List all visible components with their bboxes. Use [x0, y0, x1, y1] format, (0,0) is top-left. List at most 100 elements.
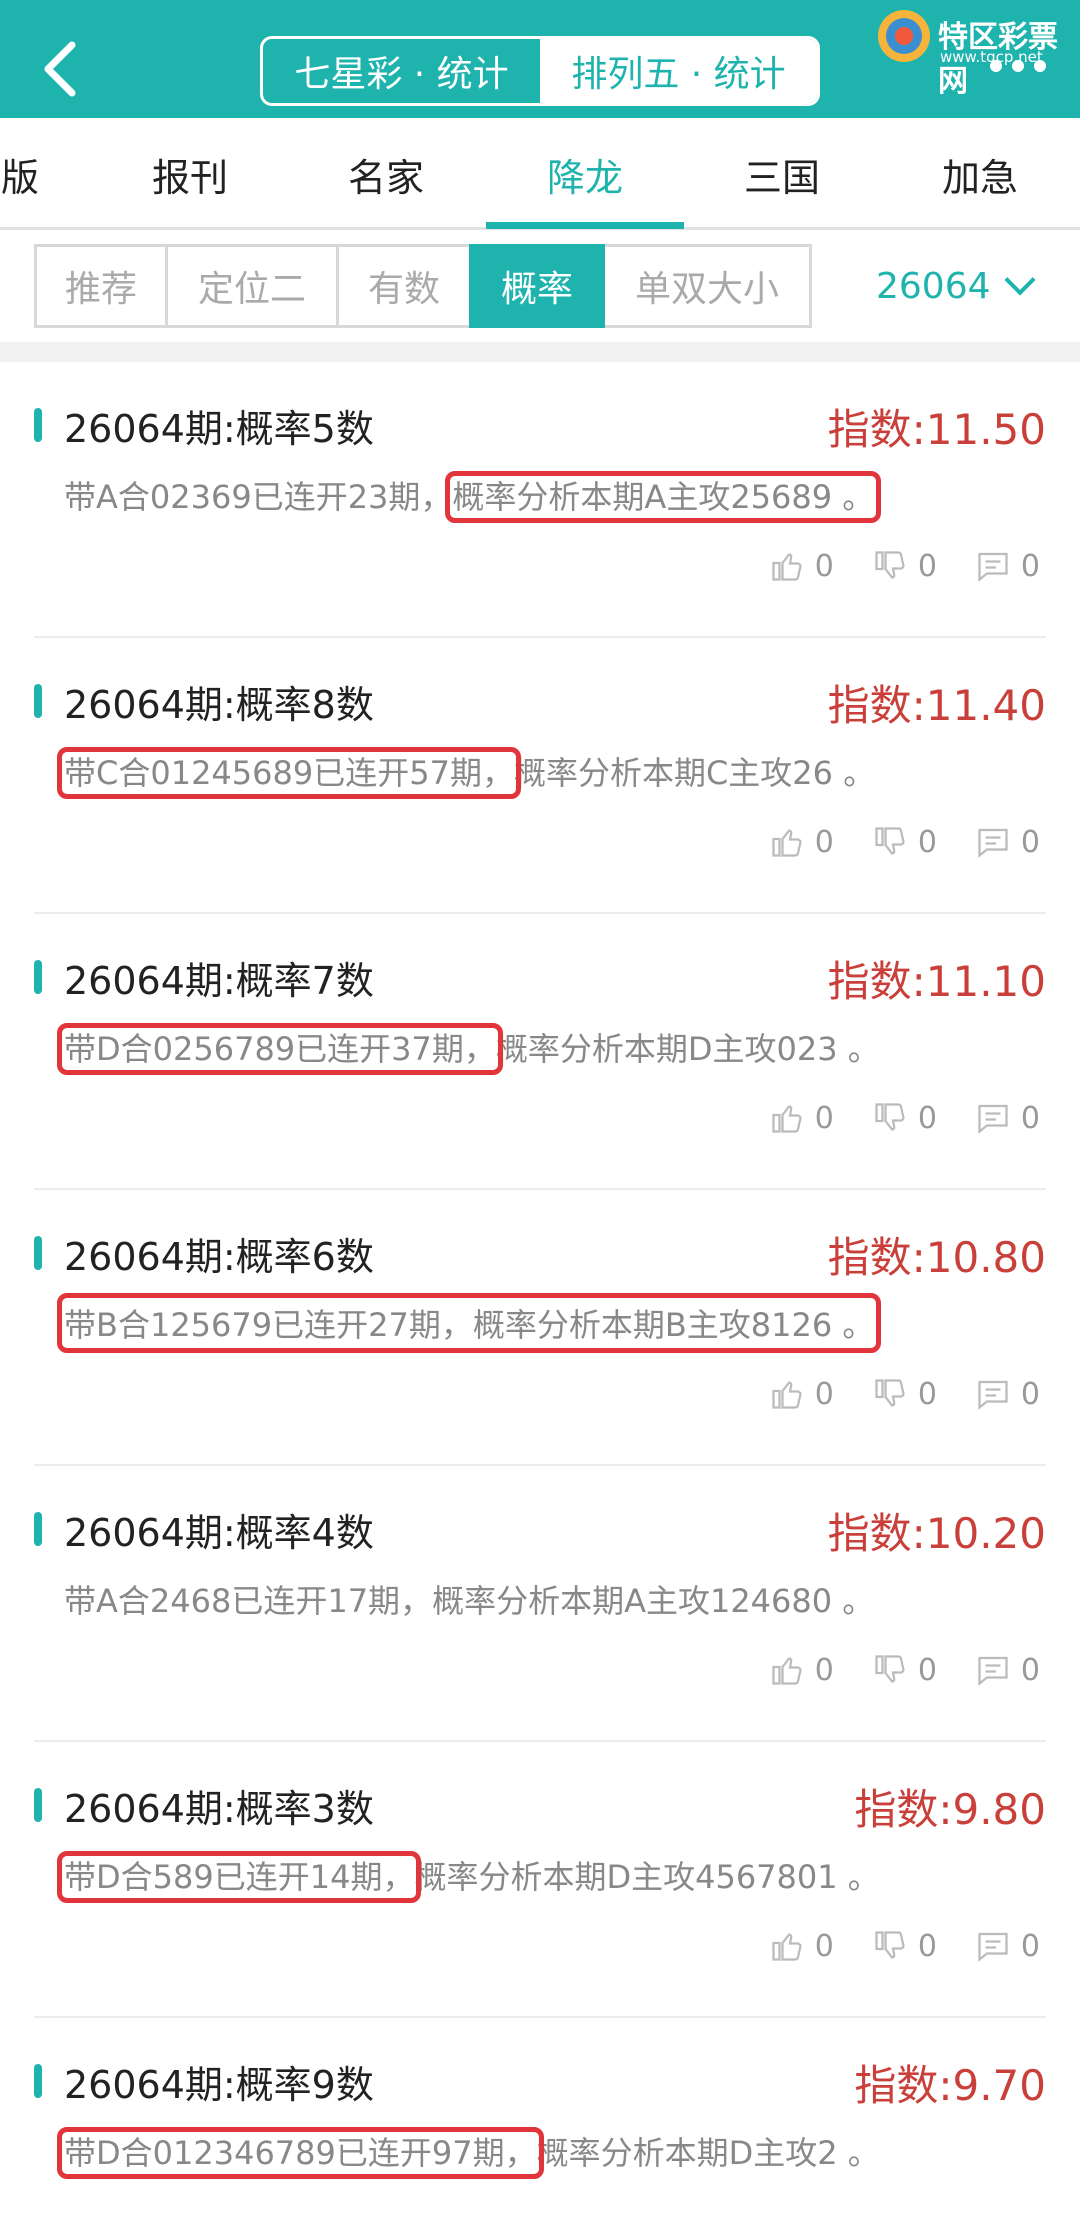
- item-desc: 带A合02369已连开23期，概率分析本期A主攻25689 。: [64, 471, 882, 523]
- thumbs-down-icon: [875, 1379, 905, 1407]
- dislike-button[interactable]: 0: [872, 1652, 937, 1688]
- category-tabs: 版 报刊 名家 降龙 三国 加急: [0, 118, 1080, 230]
- subtab-dingwei[interactable]: 定位二: [165, 244, 339, 328]
- subtab-gailv[interactable]: 概率: [469, 244, 605, 328]
- dislike-button[interactable]: 0: [872, 1376, 937, 1412]
- dislike-button[interactable]: 0: [872, 1100, 937, 1136]
- item-marker: [34, 1236, 42, 1270]
- tab-ban[interactable]: 版: [0, 118, 50, 230]
- dislike-count: 0: [917, 824, 937, 860]
- comment-count: 0: [1020, 1100, 1040, 1136]
- dislike-button[interactable]: 0: [872, 1928, 937, 1964]
- comment-icon: [978, 1932, 1008, 1962]
- tab-jiaji[interactable]: 加急: [900, 118, 1060, 230]
- like-button[interactable]: 0: [769, 1928, 834, 1964]
- desc-part-a: 带D合589已连开14期，: [56, 1851, 422, 1903]
- like-button[interactable]: 0: [769, 1652, 834, 1688]
- like-count: 0: [814, 1100, 834, 1136]
- item-marker: [34, 960, 42, 994]
- back-button[interactable]: [30, 36, 90, 102]
- list-item[interactable]: 26064期:概率6数 指数:10.80 带B合125679已连开27期，概率分…: [34, 1190, 1046, 1466]
- item-actions: 0 0 0: [769, 824, 1040, 860]
- comment-button[interactable]: 0: [975, 1928, 1040, 1964]
- like-button[interactable]: 0: [769, 548, 834, 584]
- comment-button[interactable]: 0: [975, 1100, 1040, 1136]
- like-count: 0: [814, 1928, 834, 1964]
- more-menu-icon[interactable]: [990, 60, 1046, 72]
- issue-selector[interactable]: 26064: [876, 244, 1036, 328]
- desc-part-a: 带D合0256789已连开37期，: [57, 1023, 503, 1075]
- item-desc: 带B合125679已连开27期，概率分析本期B主攻8126 。: [56, 1293, 882, 1353]
- dislike-count: 0: [917, 548, 937, 584]
- like-count: 0: [814, 548, 834, 584]
- comment-icon: [978, 1656, 1008, 1686]
- dislike-button[interactable]: 0: [872, 548, 937, 584]
- item-desc: 带A合2468已连开17期，概率分析本期A主攻124680 。: [64, 1576, 874, 1622]
- thumbs-down-icon: [875, 1103, 905, 1131]
- item-desc: 带D合589已连开14期，概率分析本期D主攻4567801 。: [56, 1851, 880, 1903]
- active-tab-indicator: [486, 222, 684, 229]
- item-title: 26064期:概率6数: [64, 1235, 374, 1279]
- item-title: 26064期:概率7数: [64, 959, 374, 1003]
- list-item[interactable]: 26064期:概率4数 指数:10.20 带A合2468已连开17期，概率分析本…: [34, 1466, 1046, 1742]
- like-button[interactable]: 0: [769, 1100, 834, 1136]
- item-desc: 带C合01245689已连开57期，概率分析本期C主攻26 。: [57, 747, 875, 799]
- tab-baokan[interactable]: 报刊: [110, 118, 270, 230]
- sub-tabs: 推荐 定位二 有数 概率 单双大小: [34, 244, 812, 328]
- comment-count: 0: [1020, 1652, 1040, 1688]
- desc-part-a: 带D合012346789已连开97期，: [57, 2127, 544, 2179]
- list-item[interactable]: 26064期:概率5数 指数:11.50 带A合02369已连开23期，概率分析…: [34, 362, 1046, 638]
- dislike-button[interactable]: 0: [872, 824, 937, 860]
- desc-part-b: 概率分析本期D主攻023 。: [495, 1030, 880, 1068]
- item-index: 指数:10.20: [827, 1509, 1046, 1558]
- seg-qixingcai[interactable]: 七星彩 · 统计: [263, 39, 540, 103]
- chevron-down-icon: [1003, 264, 1036, 296]
- item-actions: 0 0 0: [769, 1652, 1040, 1688]
- site-logo: 特区彩票网 www.tqcp.net: [876, 6, 1076, 99]
- app-header: 七星彩 · 统计 排列五 · 统计 特区彩票网 www.tqcp.net: [0, 0, 1080, 118]
- item-desc: 带D合012346789已连开97期，概率分析本期D主攻2 。: [57, 2127, 880, 2179]
- item-actions: 0 0 0: [769, 1928, 1040, 1964]
- filter-row: 推荐 定位二 有数 概率 单双大小 26064: [0, 230, 1080, 342]
- comment-count: 0: [1020, 1928, 1040, 1964]
- tab-xianglong[interactable]: 降龙: [505, 118, 665, 230]
- seg-pailiewu[interactable]: 排列五 · 统计: [540, 39, 817, 103]
- comment-button[interactable]: 0: [975, 548, 1040, 584]
- item-index: 指数:9.70: [854, 2061, 1046, 2110]
- comment-icon: [978, 828, 1008, 858]
- desc-part-b: 概率分析本期D主攻4567801 。: [414, 1858, 880, 1896]
- like-button[interactable]: 0: [769, 824, 834, 860]
- item-index: 指数:11.40: [827, 681, 1046, 730]
- chevron-left-icon: [44, 41, 76, 97]
- desc-part-b: 概率分析本期B主攻8126 。: [472, 1306, 875, 1344]
- dislike-count: 0: [917, 1652, 937, 1688]
- subtab-youshu[interactable]: 有数: [336, 244, 472, 328]
- dislike-count: 0: [917, 1376, 937, 1412]
- list-item[interactable]: 26064期:概率7数 指数:11.10 带D合0256789已连开37期，概率…: [34, 914, 1046, 1190]
- like-count: 0: [814, 1652, 834, 1688]
- list-item[interactable]: 26064期:概率8数 指数:11.40 带C合01245689已连开57期，概…: [34, 638, 1046, 914]
- like-button[interactable]: 0: [769, 1376, 834, 1412]
- tab-sanguo[interactable]: 三国: [702, 118, 862, 230]
- subtab-tuijian[interactable]: 推荐: [34, 244, 168, 328]
- thumbs-down-icon: [875, 1931, 905, 1959]
- list-item[interactable]: 26064期:概率3数 指数:9.80 带D合589已连开14期，概率分析本期D…: [34, 1742, 1046, 2018]
- comment-icon: [978, 552, 1008, 582]
- item-title: 26064期:概率5数: [64, 407, 374, 451]
- comment-button[interactable]: 0: [975, 824, 1040, 860]
- item-marker: [34, 684, 42, 718]
- item-marker: [34, 1512, 42, 1546]
- desc-part-a: 带B合125679已连开27期，: [64, 1306, 473, 1344]
- issue-number: 26064: [876, 265, 991, 307]
- comment-button[interactable]: 0: [975, 1376, 1040, 1412]
- tab-mingjia[interactable]: 名家: [306, 118, 466, 230]
- subtab-danshuang[interactable]: 单双大小: [602, 244, 812, 328]
- comment-button[interactable]: 0: [975, 1652, 1040, 1688]
- desc-part-b: 概率分析本期A主攻25689 。: [445, 471, 882, 523]
- item-title: 26064期:概率4数: [64, 1511, 374, 1555]
- dislike-count: 0: [917, 1100, 937, 1136]
- item-actions: 0 0 0: [769, 1100, 1040, 1136]
- item-index: 指数:11.10: [827, 957, 1046, 1006]
- list-item[interactable]: 26064期:概率9数 指数:9.70 带D合012346789已连开97期，概…: [34, 2018, 1046, 2217]
- like-count: 0: [814, 824, 834, 860]
